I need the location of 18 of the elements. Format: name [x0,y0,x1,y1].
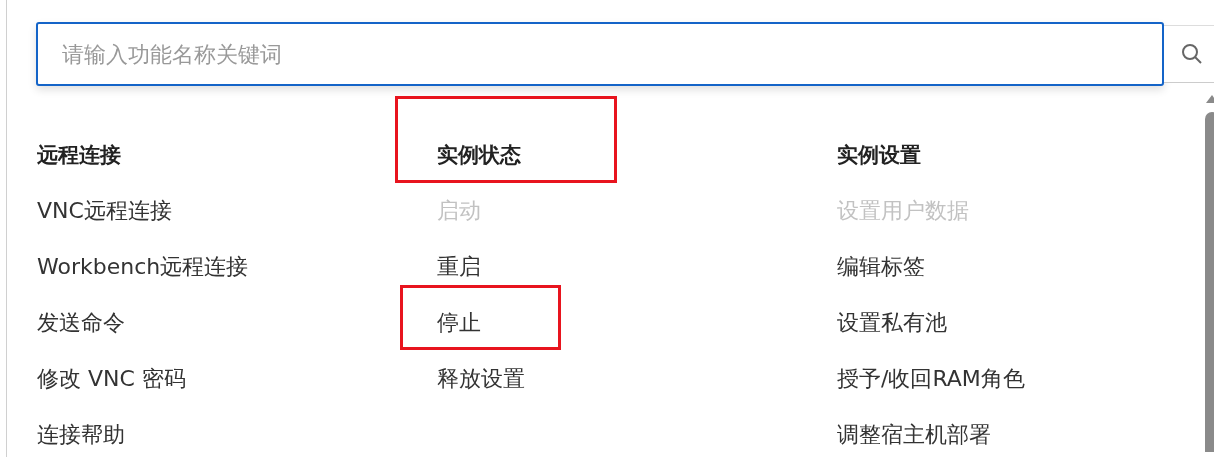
search-button[interactable] [1164,25,1214,83]
menu-item[interactable]: 连接帮助 [37,416,125,457]
section-heading: 远程连接 [37,142,121,169]
menu-item[interactable]: VNC远程连接 [37,192,172,248]
menu-item[interactable]: 授予/收回RAM角色 [837,360,1025,416]
search-icon [1181,43,1203,65]
menu-item[interactable]: 调整宿主机部署 [837,416,991,457]
search-field[interactable]: 请输入功能名称关键词 [36,22,1164,86]
section-heading: 实例状态 [437,142,521,169]
menu-item[interactable]: 重启 [437,248,481,304]
menu-item[interactable]: 编辑标签 [837,248,925,304]
menu-item[interactable]: 修改 VNC 密码 [37,360,186,416]
menu-item[interactable]: 释放设置 [437,360,525,416]
section-heading: 实例设置 [837,142,921,169]
menu-item[interactable]: 停止 [437,304,481,360]
menu-item[interactable]: 设置私有池 [837,304,947,360]
menu-item[interactable]: Workbench远程连接 [37,248,249,304]
menu-item[interactable]: 发送命令 [37,304,125,360]
